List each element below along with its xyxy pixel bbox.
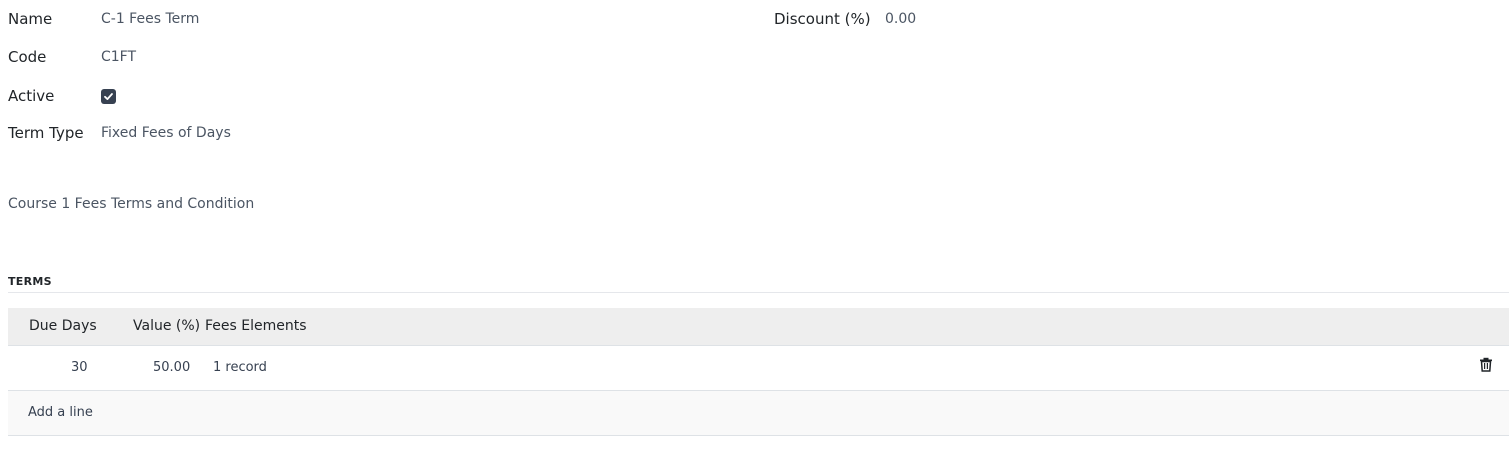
fees-elements-cell[interactable]: 1 record xyxy=(213,360,267,375)
due-days-cell[interactable]: 30 xyxy=(71,360,88,375)
value-cell[interactable]: 50.00 xyxy=(153,360,190,375)
name-field[interactable]: C-1 Fees Term xyxy=(101,11,199,27)
column-header-value[interactable]: Value (%) xyxy=(133,318,200,334)
terms-table-header: Due Days Value (%) Fees Elements xyxy=(8,308,1509,346)
trash-icon[interactable] xyxy=(1479,357,1493,376)
column-header-fees-elements[interactable]: Fees Elements xyxy=(205,318,307,334)
add-line-button[interactable]: Add a line xyxy=(28,405,93,420)
description-text[interactable]: Course 1 Fees Terms and Condition xyxy=(8,196,254,212)
term-type-label: Term Type xyxy=(8,124,84,142)
discount-field[interactable]: 0.00 xyxy=(885,11,916,27)
add-line-row: Add a line xyxy=(8,391,1509,436)
discount-label: Discount (%) xyxy=(774,10,871,28)
name-label: Name xyxy=(8,10,53,28)
section-divider xyxy=(8,292,1509,293)
term-type-field[interactable]: Fixed Fees of Days xyxy=(101,125,231,141)
terms-section-title: TERMS xyxy=(8,275,52,288)
column-header-due-days[interactable]: Due Days xyxy=(29,318,97,334)
active-label: Active xyxy=(8,87,55,105)
code-field[interactable]: C1FT xyxy=(101,49,136,65)
table-row[interactable]: 30 50.00 1 record xyxy=(8,346,1509,391)
code-label: Code xyxy=(8,48,47,66)
checkmark-icon xyxy=(104,93,113,100)
active-checkbox[interactable] xyxy=(101,89,116,104)
